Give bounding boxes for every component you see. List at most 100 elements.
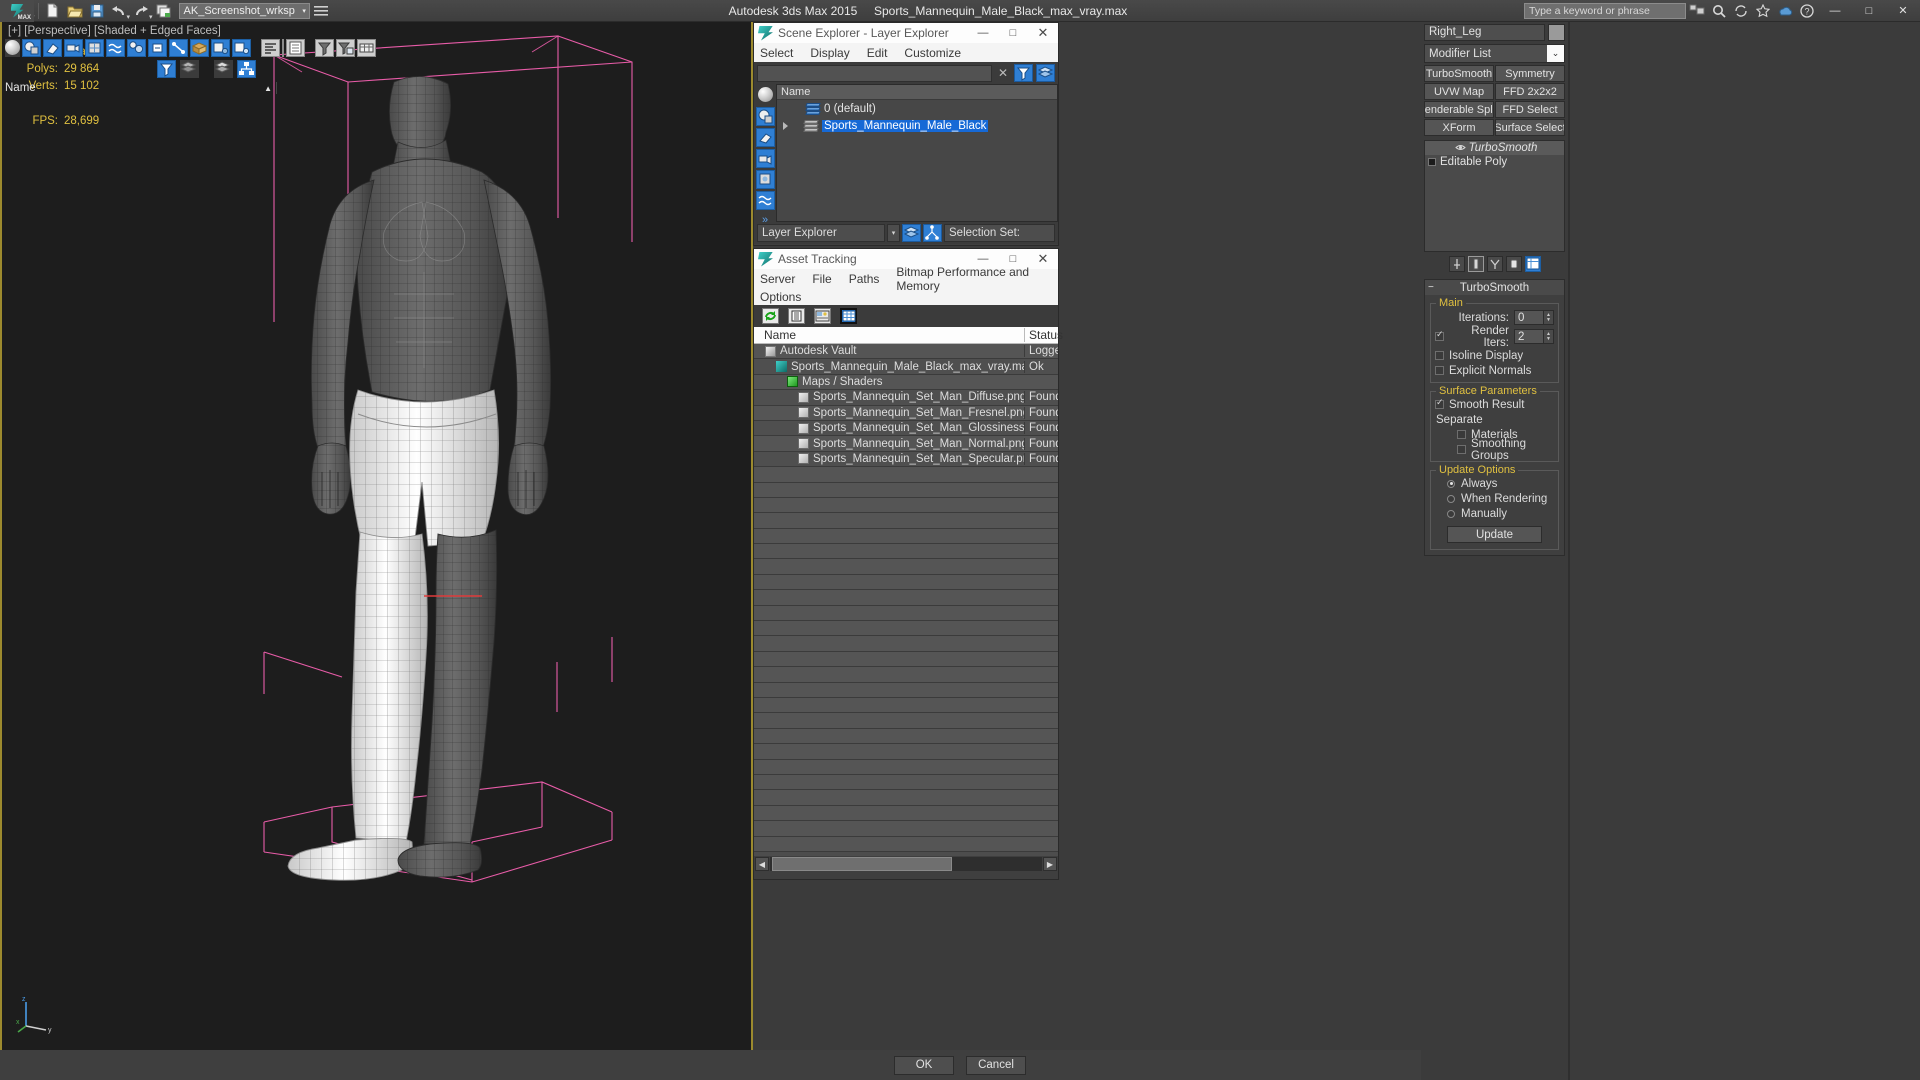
mannequin-model[interactable]	[2, 22, 753, 1058]
blank-view-icon[interactable]	[282, 38, 284, 57]
asset-row[interactable]: Sports_Mannequin_Set_Man_Diffuse.png Foun…	[754, 390, 1058, 406]
isoline-display-checkbox[interactable]	[1435, 351, 1444, 360]
modifier-button-ffd-2x2x2[interactable]: FFD 2x2x2	[1495, 83, 1565, 100]
filter-settings-icon[interactable]	[336, 38, 355, 57]
menu-options[interactable]: Options	[760, 290, 801, 304]
display-lights-icon[interactable]	[755, 128, 775, 147]
asset-row-empty[interactable]	[754, 497, 1058, 514]
redo-icon[interactable]	[131, 1, 151, 21]
update-when-rendering-radio[interactable]	[1447, 494, 1455, 503]
remove-modifier-icon[interactable]	[1505, 256, 1522, 272]
asset-row[interactable]: Sports_Mannequin_Set_Man_Glossiness.png F…	[754, 420, 1058, 437]
close-button[interactable]: ✕	[1886, 0, 1920, 22]
display-groups-icon[interactable]	[127, 38, 146, 57]
modifier-stack[interactable]: TurboSmooth Editable Poly	[1424, 140, 1565, 252]
maximize-button[interactable]: □	[1852, 0, 1886, 22]
asset-row[interactable]: Sports_Mannequin_Male_Black_max_vray.max…	[754, 359, 1058, 375]
favorites-star-icon[interactable]	[1753, 1, 1773, 21]
scene-explorer-window[interactable]: Scene Explorer - Layer Explorer — □ ✕ Se…	[753, 22, 1059, 246]
save-icon[interactable]	[87, 1, 107, 21]
isoline-display-row[interactable]: Isoline Display	[1435, 348, 1554, 363]
asset-row-empty[interactable]	[754, 713, 1058, 729]
communication-center-icon[interactable]	[1687, 1, 1707, 21]
cancel-button[interactable]: Cancel	[966, 1055, 1026, 1075]
lightbulb-icon[interactable]	[4, 146, 15, 158]
modifier-button-turbosmooth[interactable]: TurboSmooth	[1424, 65, 1494, 82]
layer-stack-icon[interactable]	[180, 60, 199, 78]
asset-row-empty[interactable]	[754, 636, 1058, 652]
asset-row-empty[interactable]	[754, 728, 1058, 745]
asset-row-empty[interactable]	[754, 805, 1058, 822]
scene-explorer-minimize[interactable]: —	[968, 23, 998, 43]
display-all-icon[interactable]	[5, 38, 20, 57]
rollout-header[interactable]: − TurboSmooth	[1425, 280, 1564, 295]
render-iters-checkbox[interactable]	[1435, 329, 1444, 341]
stack-item-editable-poly[interactable]: Editable Poly	[1425, 155, 1564, 169]
explicit-normals-checkbox[interactable]	[1435, 366, 1444, 375]
eye-icon[interactable]	[1454, 143, 1466, 154]
menu-edit[interactable]: Edit	[867, 46, 888, 60]
asset-row-empty[interactable]	[754, 590, 1058, 606]
lightbulb-icon[interactable]	[4, 97, 15, 109]
lightbulb-icon[interactable]	[791, 120, 802, 132]
selection-set-icon[interactable]	[923, 224, 942, 242]
asset-row-empty[interactable]	[754, 513, 1058, 529]
iterations-spinner[interactable]: ▲ ▼	[1544, 310, 1554, 325]
asset-row[interactable]: Sports_Mannequin_Set_Man_Specular.png Fou…	[754, 451, 1058, 468]
open-file-icon[interactable]	[65, 1, 85, 21]
exchange-icon[interactable]	[1731, 1, 1751, 21]
workspace-selector[interactable]: AK_Screenshot_wrksp ▾	[178, 2, 310, 19]
expand-box-icon[interactable]	[1428, 158, 1436, 166]
project-folder-icon[interactable]	[154, 1, 174, 21]
menu-customize[interactable]: Customize	[904, 46, 961, 60]
object-color-swatch[interactable]	[1548, 23, 1565, 41]
update-manually-radio[interactable]	[1447, 509, 1455, 518]
menu-server[interactable]: Server	[760, 272, 795, 286]
workspace-menu-icon[interactable]	[311, 1, 331, 21]
layer-manager-icon[interactable]	[902, 224, 921, 242]
display-particles-icon[interactable]	[211, 38, 230, 57]
update-always-radio[interactable]	[1447, 479, 1455, 488]
display-helpers-icon[interactable]	[755, 170, 775, 189]
iterations-value[interactable]: 0	[1514, 310, 1544, 325]
asset-row-empty[interactable]	[754, 467, 1058, 483]
modifier-button-symmetry[interactable]: Symmetry	[1495, 65, 1565, 82]
display-spacewarps-icon[interactable]	[106, 38, 125, 57]
configure-sets-icon[interactable]	[1524, 256, 1541, 272]
asset-row[interactable]: Autodesk Vault Logge	[754, 344, 1058, 360]
columns-icon[interactable]	[357, 38, 376, 57]
layer-stack-icon[interactable]	[1036, 64, 1055, 82]
asset-row-empty[interactable]	[754, 667, 1058, 683]
modifier-button-renderable-splin[interactable]: Renderable Splin	[1424, 101, 1494, 118]
display-containers-icon[interactable]	[190, 38, 209, 57]
asset-row-empty[interactable]	[754, 482, 1058, 498]
scroll-right-icon[interactable]: ▶	[1043, 857, 1057, 871]
column-name[interactable]: Name	[754, 328, 1024, 342]
explorer-name-field[interactable]: Layer Explorer	[757, 224, 885, 242]
update-manually-row[interactable]: Manually	[1435, 506, 1554, 521]
clear-search-icon[interactable]: ✕	[995, 66, 1011, 80]
display-geometry-icon[interactable]	[755, 107, 775, 126]
chevron-down-icon[interactable]: ⌄	[1547, 45, 1564, 62]
path-editor-icon[interactable]	[814, 308, 831, 324]
asset-row-empty[interactable]	[754, 774, 1058, 791]
minimize-button[interactable]: —	[1818, 0, 1852, 22]
asset-row-empty[interactable]	[754, 651, 1058, 668]
asset-tracking-grid[interactable]: Autodesk Vault Logge Sports_Mannequin_Male…	[754, 344, 1058, 856]
asset-row-empty[interactable]	[754, 836, 1058, 852]
update-button[interactable]: Update	[1447, 526, 1542, 543]
asset-row-empty[interactable]	[754, 621, 1058, 637]
display-lights-icon[interactable]	[43, 38, 62, 57]
smooth-result-checkbox[interactable]	[1435, 397, 1444, 409]
asset-row[interactable]: Maps / Shaders	[754, 374, 1058, 391]
display-lights-photometric-icon[interactable]	[232, 38, 251, 57]
hierarchy-icon[interactable]	[237, 60, 256, 78]
show-end-result-icon[interactable]	[1467, 256, 1484, 272]
asset-row-empty[interactable]	[754, 544, 1058, 560]
display-geometry-icon[interactable]	[22, 38, 41, 57]
scene-explorer-column-name[interactable]: Name	[777, 85, 1057, 100]
column-status[interactable]: Status	[1024, 328, 1063, 342]
expand-triangle-icon[interactable]	[783, 121, 788, 130]
lightbulb-icon[interactable]	[4, 130, 15, 142]
materials-checkbox[interactable]	[1457, 430, 1466, 439]
